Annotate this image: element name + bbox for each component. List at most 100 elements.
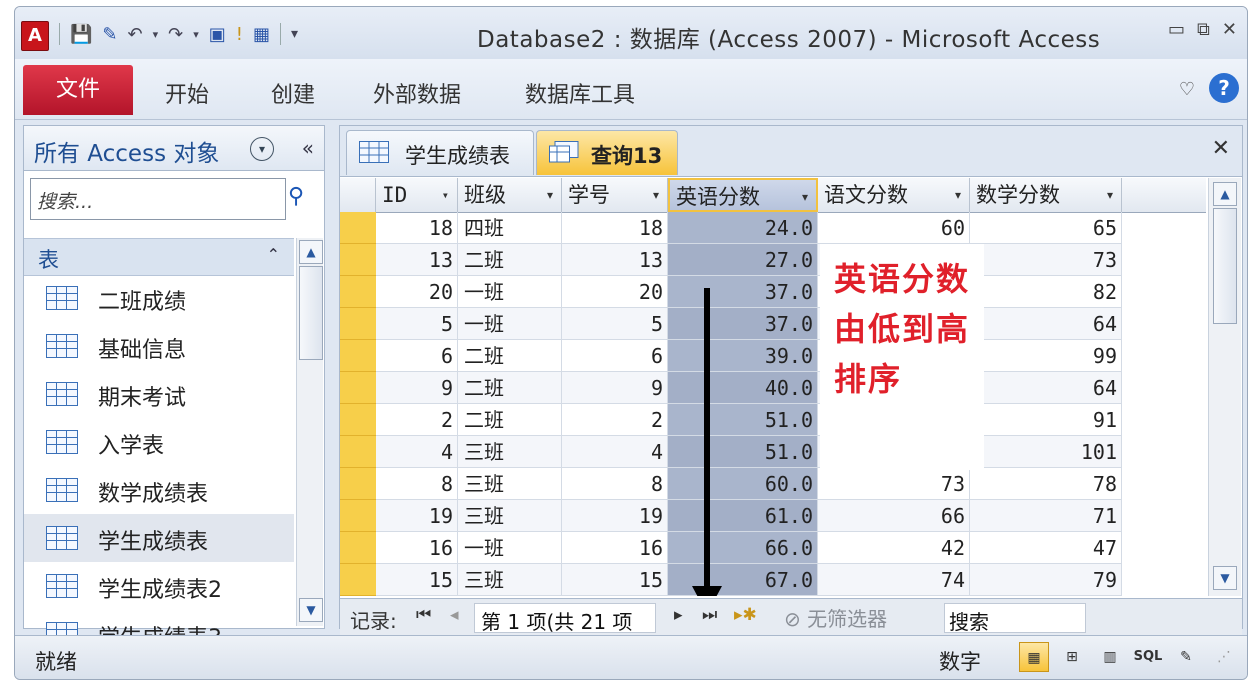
cell-student-no[interactable]: 18 bbox=[562, 212, 668, 244]
cell-student-no[interactable]: 13 bbox=[562, 244, 668, 276]
current-record-field[interactable]: 第 1 项(共 21 项 bbox=[474, 603, 656, 634]
design-view-icon[interactable]: ✎ bbox=[1171, 642, 1201, 672]
cell-class[interactable]: 二班 bbox=[458, 404, 562, 436]
tab-student-scores[interactable]: 学生成绩表 bbox=[346, 130, 534, 175]
cell-english[interactable]: 66.0 bbox=[668, 532, 818, 564]
access-app-icon[interactable]: A bbox=[21, 21, 49, 51]
table-row[interactable]: 5 一班 5 37.0 64 bbox=[340, 308, 1126, 340]
scroll-thumb[interactable] bbox=[1213, 208, 1237, 324]
cell-english[interactable]: 61.0 bbox=[668, 500, 818, 532]
column-header-id[interactable]: ID ▾ bbox=[376, 178, 458, 212]
nav-pane-menu-icon[interactable]: ▾ bbox=[250, 137, 274, 161]
column-header-student-no[interactable]: 学号 ▾ bbox=[562, 178, 668, 212]
nav-search-input[interactable]: 搜索... bbox=[30, 178, 286, 220]
restore-icon[interactable]: ⧉ bbox=[1197, 19, 1210, 40]
nav-item-student-scores[interactable]: 学生成绩表 bbox=[24, 514, 294, 562]
close-document-icon[interactable]: ✕ bbox=[1212, 136, 1230, 161]
cell-class[interactable]: 一班 bbox=[458, 276, 562, 308]
design-icon[interactable]: ✎ bbox=[102, 24, 117, 45]
cell-math[interactable]: 73 bbox=[970, 244, 1122, 276]
nav-item-enrollment[interactable]: 入学表 bbox=[24, 418, 294, 466]
tab-file[interactable]: 文件 bbox=[23, 65, 133, 115]
cell-english[interactable]: 40.0 bbox=[668, 372, 818, 404]
select-all-cell[interactable] bbox=[340, 178, 376, 212]
table-row[interactable]: 16 一班 16 66.0 42 47 bbox=[340, 532, 1126, 564]
scroll-down-icon[interactable]: ▼ bbox=[1213, 566, 1237, 590]
previous-record-icon[interactable]: ◂ bbox=[450, 605, 459, 625]
undo-icon[interactable]: ↶ bbox=[128, 24, 143, 45]
row-selector[interactable] bbox=[340, 404, 376, 436]
sql-view-icon[interactable]: SQL bbox=[1133, 642, 1163, 672]
cell-english[interactable]: 39.0 bbox=[668, 340, 818, 372]
row-selector[interactable] bbox=[340, 564, 376, 596]
cell-class[interactable]: 三班 bbox=[458, 436, 562, 468]
dropdown-arrow-icon[interactable]: ▾ bbox=[1107, 178, 1113, 212]
record-search-input[interactable]: 搜索 bbox=[944, 603, 1086, 634]
table-row[interactable]: 2 二班 2 51.0 91 bbox=[340, 404, 1126, 436]
cell-id[interactable]: 18 bbox=[376, 212, 458, 244]
help-icon[interactable]: ? bbox=[1209, 73, 1239, 103]
datasheet-scrollbar[interactable]: ▲ ▼ bbox=[1208, 178, 1241, 596]
tab-database-tools[interactable]: 数据库工具 bbox=[525, 77, 635, 109]
search-icon[interactable]: ⚲ bbox=[288, 184, 304, 209]
table-row[interactable]: 15 三班 15 67.0 74 79 bbox=[340, 564, 1126, 596]
cell-class[interactable]: 二班 bbox=[458, 244, 562, 276]
cell-id[interactable]: 9 bbox=[376, 372, 458, 404]
form-icon[interactable]: ▣ bbox=[209, 24, 226, 45]
nav-item-class2-scores[interactable]: 二班成绩 bbox=[24, 274, 294, 322]
row-selector[interactable] bbox=[340, 244, 376, 276]
cell-english[interactable]: 37.0 bbox=[668, 308, 818, 340]
first-record-icon[interactable]: ⏮ bbox=[416, 605, 431, 625]
cell-id[interactable]: 5 bbox=[376, 308, 458, 340]
column-header-class[interactable]: 班级 ▾ bbox=[458, 178, 562, 212]
cell-id[interactable]: 13 bbox=[376, 244, 458, 276]
nav-group-tables[interactable]: 表 ⌃ bbox=[24, 238, 294, 276]
cell-class[interactable]: 二班 bbox=[458, 340, 562, 372]
scroll-down-icon[interactable]: ▼ bbox=[299, 598, 323, 622]
cell-student-no[interactable]: 15 bbox=[562, 564, 668, 596]
datasheet-view-icon[interactable]: ▦ bbox=[1019, 642, 1049, 672]
cell-class[interactable]: 三班 bbox=[458, 564, 562, 596]
scroll-up-icon[interactable]: ▲ bbox=[1213, 182, 1237, 206]
cell-student-no[interactable]: 4 bbox=[562, 436, 668, 468]
cell-chinese[interactable]: 73 bbox=[818, 468, 970, 500]
cell-math[interactable]: 65 bbox=[970, 212, 1122, 244]
row-selector[interactable] bbox=[340, 436, 376, 468]
cell-math[interactable]: 101 bbox=[970, 436, 1122, 468]
table-row[interactable]: 4 三班 4 51.0 101 bbox=[340, 436, 1126, 468]
no-filter-button[interactable]: ⊘ 无筛选器 bbox=[784, 603, 887, 632]
chevron-up-icon[interactable]: ⌃ bbox=[267, 245, 280, 264]
minimize-ribbon-icon[interactable]: ♡ bbox=[1179, 79, 1195, 100]
cell-student-no[interactable]: 20 bbox=[562, 276, 668, 308]
column-header-chinese[interactable]: 语文分数 ▾ bbox=[818, 178, 970, 212]
table-row[interactable]: 6 二班 6 39.0 99 bbox=[340, 340, 1126, 372]
cell-math[interactable]: 64 bbox=[970, 308, 1122, 340]
resize-grip-icon[interactable]: ⋰ bbox=[1209, 642, 1239, 672]
cell-id[interactable]: 16 bbox=[376, 532, 458, 564]
cell-english[interactable]: 51.0 bbox=[668, 404, 818, 436]
close-icon[interactable]: ✕ bbox=[1222, 19, 1237, 40]
cell-id[interactable]: 4 bbox=[376, 436, 458, 468]
cell-class[interactable]: 一班 bbox=[458, 532, 562, 564]
row-selector[interactable] bbox=[340, 340, 376, 372]
cell-student-no[interactable]: 16 bbox=[562, 532, 668, 564]
cell-id[interactable]: 15 bbox=[376, 564, 458, 596]
tab-query13[interactable]: 查询13 bbox=[536, 130, 678, 175]
cell-student-no[interactable]: 2 bbox=[562, 404, 668, 436]
row-selector[interactable] bbox=[340, 276, 376, 308]
collapse-nav-icon[interactable]: « bbox=[302, 136, 314, 160]
row-selector[interactable] bbox=[340, 212, 376, 244]
column-header-math[interactable]: 数学分数 ▾ bbox=[970, 178, 1122, 212]
redo-dropdown-icon[interactable]: ▾ bbox=[193, 28, 199, 41]
cell-class[interactable]: 四班 bbox=[458, 212, 562, 244]
cell-math[interactable]: 78 bbox=[970, 468, 1122, 500]
row-selector[interactable] bbox=[340, 468, 376, 500]
cell-english[interactable]: 24.0 bbox=[668, 212, 818, 244]
cell-id[interactable]: 20 bbox=[376, 276, 458, 308]
tab-home[interactable]: 开始 bbox=[165, 77, 209, 109]
scroll-up-icon[interactable]: ▲ bbox=[299, 240, 323, 264]
cell-math[interactable]: 91 bbox=[970, 404, 1122, 436]
cell-id[interactable]: 19 bbox=[376, 500, 458, 532]
table-row[interactable]: 13 二班 13 27.0 73 bbox=[340, 244, 1126, 276]
table-row[interactable]: 9 二班 9 40.0 64 bbox=[340, 372, 1126, 404]
